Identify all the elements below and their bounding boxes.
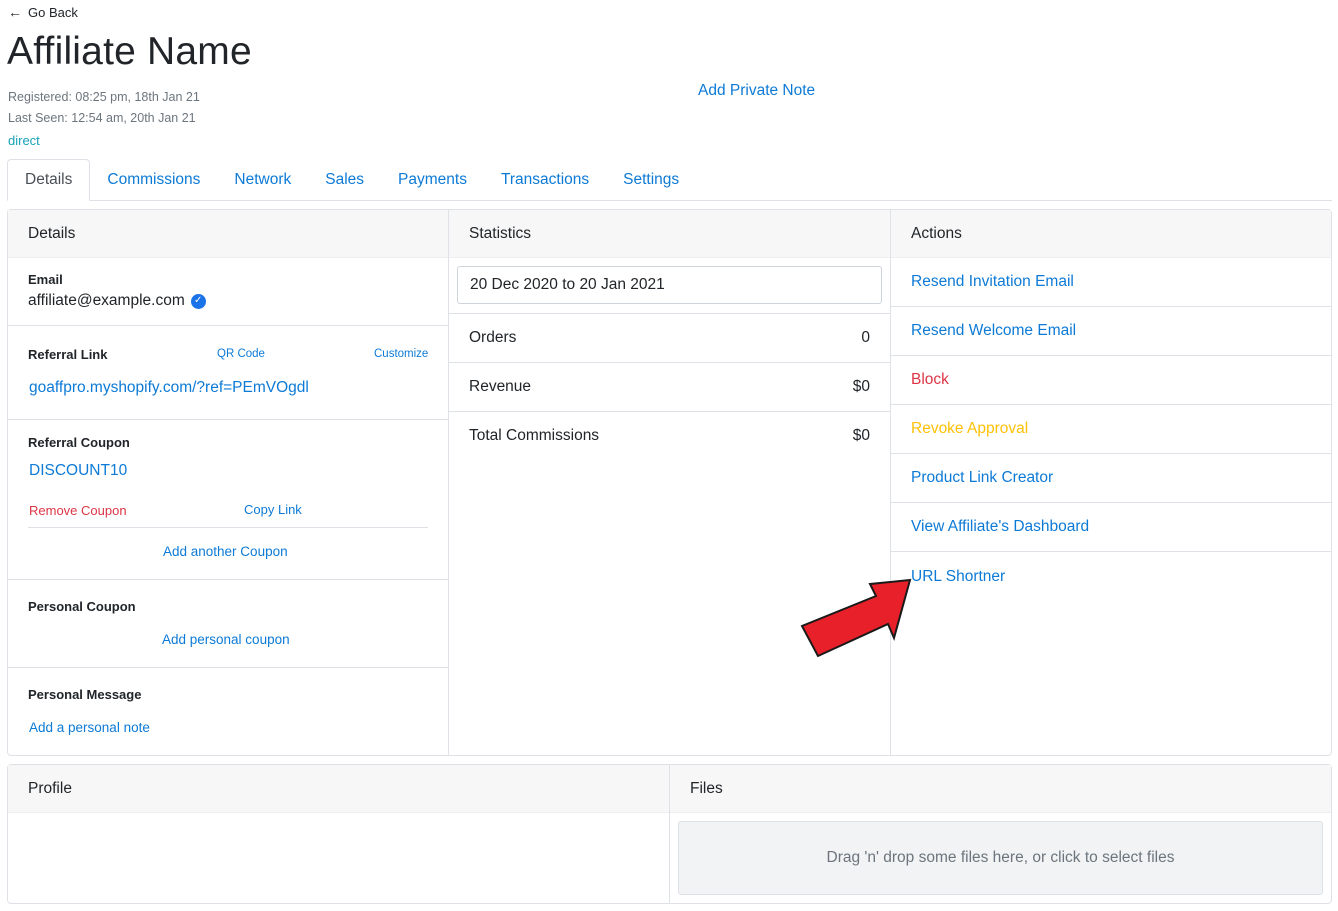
statistics-header: Statistics xyxy=(449,210,890,258)
files-card: Files Drag 'n' drop some files here, or … xyxy=(670,765,1331,903)
registered-date: Registered: 08:25 pm, 18th Jan 21 xyxy=(8,90,200,104)
go-back-link[interactable]: ← Go Back xyxy=(8,4,78,20)
personal-message-section: Personal Message Add a personal note xyxy=(8,668,448,756)
red-arrow-annotation-icon xyxy=(800,578,912,658)
source-badge: direct xyxy=(8,133,40,148)
add-personal-note-link[interactable]: Add a personal note xyxy=(29,720,150,735)
qr-code-link[interactable]: QR Code xyxy=(217,348,265,360)
copy-link-link[interactable]: Copy Link xyxy=(244,502,302,517)
personal-coupon-label: Personal Coupon xyxy=(28,599,136,614)
revoke-approval-action[interactable]: Revoke Approval xyxy=(891,405,1331,454)
referral-coupon-section: Referral Coupon DISCOUNT10 Remove Coupon… xyxy=(8,420,448,580)
personal-coupon-section: Personal Coupon Add personal coupon xyxy=(8,580,448,668)
tab-payments[interactable]: Payments xyxy=(381,159,484,201)
stat-row-total-commissions: Total Commissions $0 xyxy=(449,411,890,460)
profile-files-card-group: Profile Files Drag 'n' drop some files h… xyxy=(7,764,1332,904)
remove-coupon-link[interactable]: Remove Coupon xyxy=(29,503,127,518)
referral-coupon-label: Referral Coupon xyxy=(28,435,130,450)
email-value-row: affiliate@example.com ✓ xyxy=(28,292,206,310)
referral-link-section: Referral Link QR Code Customize goaffpro… xyxy=(8,326,448,420)
stat-row-orders: Orders 0 xyxy=(449,313,890,362)
tab-commissions[interactable]: Commissions xyxy=(90,159,217,201)
details-card: Details Email affiliate@example.com ✓ Re… xyxy=(8,210,449,755)
arrow-left-icon: ← xyxy=(8,4,22,20)
details-header: Details xyxy=(8,210,448,258)
view-affiliate-dashboard-action[interactable]: View Affiliate's Dashboard xyxy=(891,503,1331,552)
add-private-note-link[interactable]: Add Private Note xyxy=(698,82,815,100)
actions-header: Actions xyxy=(891,210,1331,258)
stat-value: $0 xyxy=(852,378,870,395)
email-section: Email affiliate@example.com ✓ xyxy=(8,258,448,326)
stat-label: Orders xyxy=(469,329,517,346)
email-label: Email xyxy=(28,272,63,287)
url-shortner-action[interactable]: URL Shortner xyxy=(891,552,1331,601)
stat-label: Total Commissions xyxy=(469,427,600,444)
go-back-label: Go Back xyxy=(28,4,78,20)
page-title: Affiliate Name xyxy=(7,30,252,73)
tab-network[interactable]: Network xyxy=(217,159,308,201)
coupon-divider xyxy=(28,527,428,528)
customize-link[interactable]: Customize xyxy=(374,348,428,360)
tab-bar: Details Commissions Network Sales Paymen… xyxy=(7,159,1332,201)
statistics-card: Statistics 20 Dec 2020 to 20 Jan 2021 Or… xyxy=(449,210,891,755)
actions-card: Actions Resend Invitation Email Resend W… xyxy=(891,210,1331,755)
email-value: affiliate@example.com xyxy=(28,292,185,309)
stat-value: 0 xyxy=(861,329,870,346)
tab-sales[interactable]: Sales xyxy=(308,159,381,201)
product-link-creator-action[interactable]: Product Link Creator xyxy=(891,454,1331,503)
tab-settings[interactable]: Settings xyxy=(606,159,696,201)
referral-link-label: Referral Link xyxy=(28,347,108,362)
stat-label: Revenue xyxy=(469,378,532,395)
referral-link-url[interactable]: goaffpro.myshopify.com/?ref=PEmVOgdl xyxy=(29,379,309,397)
verified-check-icon: ✓ xyxy=(190,293,206,309)
coupon-code[interactable]: DISCOUNT10 xyxy=(29,462,127,480)
file-dropzone[interactable]: Drag 'n' drop some files here, or click … xyxy=(678,821,1323,895)
block-action[interactable]: Block xyxy=(891,356,1331,405)
personal-message-label: Personal Message xyxy=(28,687,142,702)
stat-row-revenue: Revenue $0 xyxy=(449,362,890,411)
add-personal-coupon-link[interactable]: Add personal coupon xyxy=(162,632,290,647)
profile-header: Profile xyxy=(8,765,669,813)
tab-transactions[interactable]: Transactions xyxy=(484,159,606,201)
tab-details[interactable]: Details xyxy=(7,159,91,201)
date-range-picker[interactable]: 20 Dec 2020 to 20 Jan 2021 xyxy=(457,266,882,304)
resend-welcome-email-action[interactable]: Resend Welcome Email xyxy=(891,307,1331,356)
add-another-coupon-link[interactable]: Add another Coupon xyxy=(163,544,288,559)
resend-invitation-email-action[interactable]: Resend Invitation Email xyxy=(891,258,1331,307)
affiliate-card-group: Details Email affiliate@example.com ✓ Re… xyxy=(7,209,1332,756)
profile-card: Profile xyxy=(8,765,670,903)
files-header: Files xyxy=(670,765,1331,813)
last-seen-date: Last Seen: 12:54 am, 20th Jan 21 xyxy=(8,111,196,125)
stat-value: $0 xyxy=(852,427,870,444)
